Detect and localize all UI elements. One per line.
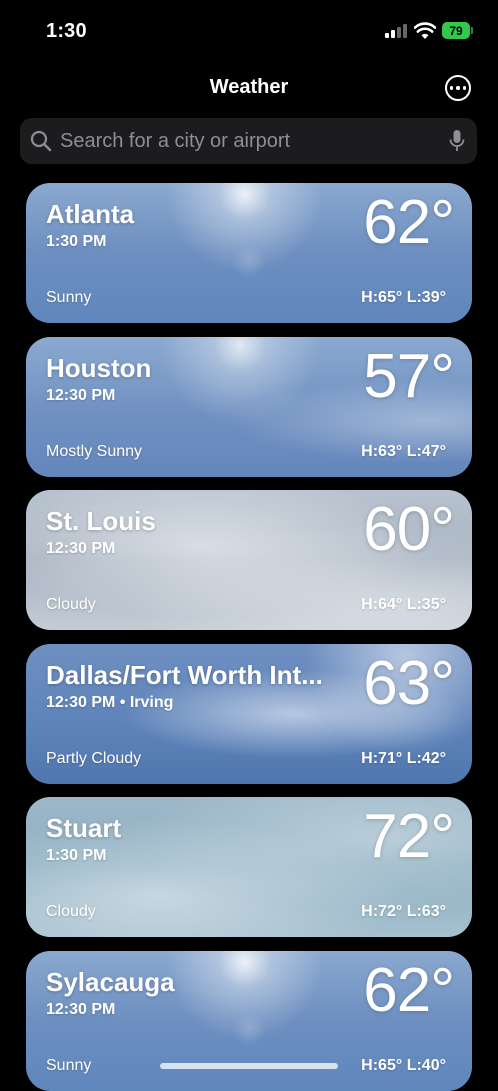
city-temperature: 57° xyxy=(363,342,455,411)
city-condition: Sunny xyxy=(46,1057,92,1074)
status-bar: 1:30 79 xyxy=(0,0,498,60)
page-title: Weather xyxy=(209,76,289,98)
city-temperature: 72° xyxy=(363,802,455,871)
city-high-low: H:71° L:42° xyxy=(361,750,446,767)
city-card-dallas[interactable]: Dallas/Fort Worth Int... 12:30 PM • Irvi… xyxy=(26,644,472,784)
city-card-stuart[interactable]: Stuart 1:30 PM 72° Cloudy H:72° L:63° xyxy=(26,797,472,937)
city-name: St. Louis xyxy=(46,506,156,536)
city-name: Sylacauga xyxy=(46,967,175,997)
signal-icon xyxy=(385,24,407,38)
city-time: 1:30 PM xyxy=(46,233,107,250)
city-high-low: H:65° L:39° xyxy=(361,289,446,306)
search-bar[interactable]: Search for a city or airport xyxy=(20,118,477,164)
city-time: 1:30 PM xyxy=(46,847,107,864)
city-condition: Cloudy xyxy=(46,903,96,920)
city-card-houston[interactable]: Houston 12:30 PM 57° Mostly Sunny H:63° … xyxy=(26,337,472,477)
city-card-st-louis[interactable]: St. Louis 12:30 PM 60° Cloudy H:64° L:35… xyxy=(26,490,472,630)
city-condition: Sunny xyxy=(46,289,92,306)
search-icon xyxy=(30,130,52,152)
city-temperature: 62° xyxy=(363,956,455,1025)
battery-icon: 79 xyxy=(442,22,470,39)
city-name: Atlanta xyxy=(46,199,135,229)
city-condition: Cloudy xyxy=(46,596,96,613)
city-high-low: H:65° L:40° xyxy=(361,1057,446,1074)
city-condition: Mostly Sunny xyxy=(46,443,143,460)
city-high-low: H:64° L:35° xyxy=(361,596,446,613)
city-name: Stuart xyxy=(46,813,122,843)
city-time: 12:30 PM • Irving xyxy=(46,694,174,711)
city-high-low: H:72° L:63° xyxy=(361,903,446,920)
city-temperature: 63° xyxy=(363,649,455,718)
more-icon[interactable] xyxy=(445,75,471,101)
city-high-low: H:63° L:47° xyxy=(361,443,446,460)
search-input[interactable]: Search for a city or airport xyxy=(60,118,290,164)
city-time: 12:30 PM xyxy=(46,387,116,404)
wifi-icon xyxy=(414,22,436,39)
city-card-sylacauga[interactable]: Sylacauga 12:30 PM 62° Sunny H:65° L:40° xyxy=(26,951,472,1091)
mic-icon[interactable] xyxy=(449,129,465,153)
battery-level: 79 xyxy=(449,23,463,38)
city-temperature: 62° xyxy=(363,188,455,257)
city-condition: Partly Cloudy xyxy=(46,750,142,767)
home-indicator[interactable] xyxy=(160,1063,338,1069)
battery-tip xyxy=(471,27,473,34)
status-time: 1:30 xyxy=(46,20,87,42)
city-name: Dallas/Fort Worth Int... xyxy=(46,660,323,690)
city-name: Houston xyxy=(46,353,152,383)
city-card-atlanta[interactable]: Atlanta 1:30 PM 62° Sunny H:65° L:39° xyxy=(26,183,472,323)
city-time: 12:30 PM xyxy=(46,1001,116,1018)
city-temperature: 60° xyxy=(363,495,455,564)
city-time: 12:30 PM xyxy=(46,540,116,557)
